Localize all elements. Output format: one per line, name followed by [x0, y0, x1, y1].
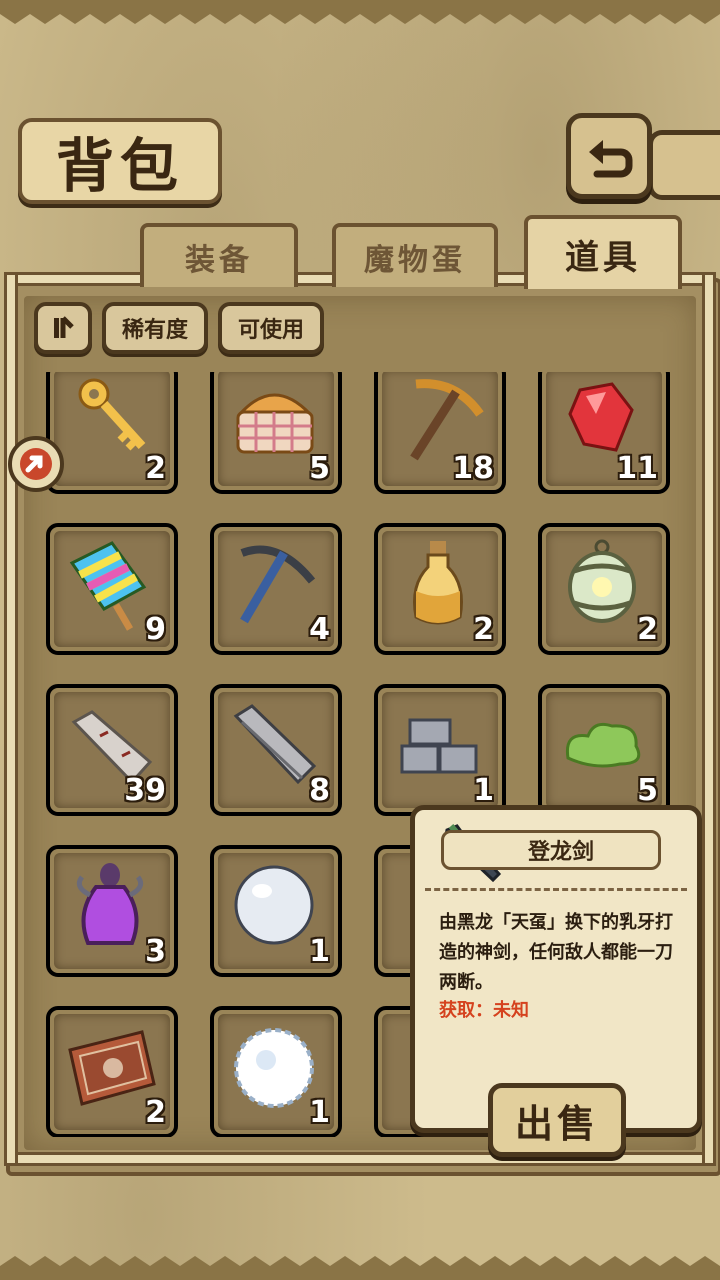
- item-slot[interactable]: 39: [46, 684, 178, 816]
- tab-bar: 装备 魔物蛋 道具: [10, 215, 710, 289]
- item-slot[interactable]: 1: [210, 1006, 342, 1137]
- item-count: 2: [637, 612, 658, 647]
- item-count: 5: [309, 451, 330, 486]
- tab-equipment-label: 装备: [185, 243, 253, 278]
- item-count: 9: [145, 612, 166, 647]
- item-count: 2: [473, 612, 494, 647]
- item-slot[interactable]: 1: [210, 845, 342, 977]
- item-slot[interactable]: 18: [374, 372, 506, 494]
- item-slot[interactable]: 8: [210, 684, 342, 816]
- item-count: 1: [309, 1095, 330, 1130]
- sell-button-label: 出售: [514, 1100, 599, 1146]
- item-count: 1: [309, 934, 330, 969]
- rarity-filter-button[interactable]: 稀有度: [102, 302, 208, 354]
- tab-items-label: 道具: [565, 237, 641, 278]
- tooltip-source: 获取：未知: [439, 1000, 529, 1021]
- item-slot[interactable]: 5: [538, 684, 670, 816]
- rarity-filter-label: 稀有度: [121, 318, 188, 343]
- item-slot[interactable]: 2: [374, 523, 506, 655]
- item-count: 5: [637, 773, 658, 808]
- sort-icon: [54, 316, 74, 338]
- item-slot[interactable]: 5: [210, 372, 342, 494]
- side-scroll-button[interactable]: [8, 436, 64, 492]
- panel-left-rail: [4, 272, 18, 1166]
- tab-equipment[interactable]: 装备: [140, 223, 298, 287]
- item-count: 2: [145, 1095, 166, 1130]
- page-title: 背包: [55, 132, 184, 200]
- item-slot[interactable]: 1: [374, 684, 506, 816]
- tooltip-description: 由黑龙「天虿」换下的乳牙打造的神剑，任何敌人都能一刀两断。: [439, 912, 673, 993]
- tooltip-item-name: 登龙剑: [441, 830, 661, 870]
- back-arrow-icon: [589, 140, 633, 178]
- item-slot[interactable]: 4: [210, 523, 342, 655]
- item-slot[interactable]: 9: [46, 523, 178, 655]
- item-count: 2: [145, 451, 166, 486]
- tab-items[interactable]: 道具: [524, 215, 682, 289]
- item-count: 4: [309, 612, 330, 647]
- item-count: 1: [473, 773, 494, 808]
- item-count: 8: [309, 773, 330, 808]
- back-button-extension: [648, 130, 720, 200]
- item-slot[interactable]: 2: [46, 372, 178, 494]
- item-slot[interactable]: 11: [538, 372, 670, 494]
- item-slot[interactable]: 2: [538, 523, 670, 655]
- usable-filter-button[interactable]: 可使用: [218, 302, 324, 354]
- tab-monster-eggs-label: 魔物蛋: [364, 243, 466, 278]
- item-count: 3: [145, 934, 166, 969]
- sell-button[interactable]: 出售: [488, 1083, 626, 1157]
- item-count: 11: [616, 451, 658, 486]
- item-slot[interactable]: 3: [46, 845, 178, 977]
- tab-monster-eggs[interactable]: 魔物蛋: [332, 223, 498, 287]
- arrow-badge-icon: [20, 448, 52, 480]
- back-button[interactable]: [566, 113, 652, 199]
- title-plate: 背包: [18, 118, 222, 204]
- sort-toggle-button[interactable]: [34, 302, 92, 354]
- usable-filter-label: 可使用: [237, 318, 304, 343]
- item-count: 39: [124, 773, 166, 808]
- top-edge-decoration: [0, 0, 720, 24]
- tooltip-divider: [425, 888, 687, 891]
- item-count: 18: [452, 451, 494, 486]
- panel-right-rail: [702, 272, 716, 1166]
- bottom-edge-decoration: [0, 1256, 720, 1280]
- item-slot[interactable]: 2: [46, 1006, 178, 1137]
